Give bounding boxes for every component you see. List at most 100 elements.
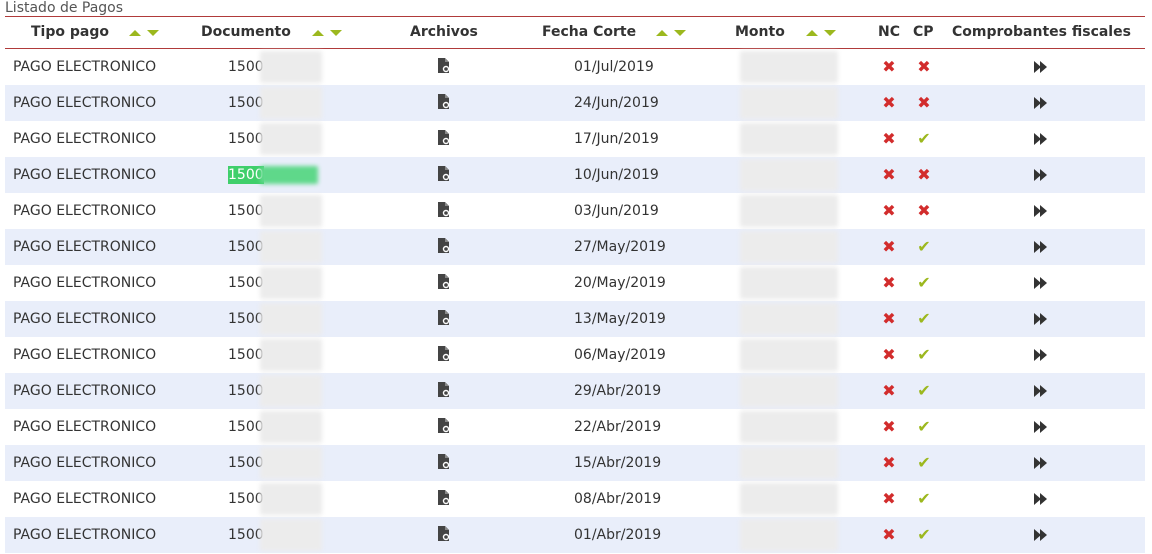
column-header-fecha-corte[interactable]: Fecha Corte bbox=[542, 17, 636, 48]
file-download-icon[interactable] bbox=[437, 130, 451, 146]
documento-cell[interactable]: 1500 bbox=[228, 373, 328, 409]
redacted-documento bbox=[260, 339, 322, 371]
table-row[interactable]: PAGO ELECTRONICO 1500 01/Abr/2019 ✖ ✔ bbox=[5, 517, 1145, 553]
sort-descending-icon[interactable] bbox=[147, 30, 159, 36]
fast-forward-icon[interactable] bbox=[1034, 313, 1048, 325]
file-download-icon[interactable] bbox=[437, 238, 451, 254]
file-download-icon[interactable] bbox=[437, 202, 451, 218]
sort-descending-icon[interactable] bbox=[824, 30, 836, 36]
table-row[interactable]: PAGO ELECTRONICO 1500 24/Jun/2019 ✖ ✖ bbox=[5, 85, 1145, 121]
x-mark-icon: ✖ bbox=[917, 93, 931, 112]
fast-forward-icon[interactable] bbox=[1034, 205, 1048, 217]
documento-cell[interactable]: 1500 bbox=[228, 157, 328, 193]
redacted-monto bbox=[740, 447, 838, 479]
column-header-tipo-pago[interactable]: Tipo pago bbox=[31, 17, 109, 48]
documento-cell[interactable]: 1500 bbox=[228, 517, 328, 553]
file-download-icon[interactable] bbox=[437, 382, 451, 398]
redacted-documento bbox=[260, 447, 322, 479]
documento-cell[interactable]: 1500 bbox=[228, 229, 328, 265]
fecha-corte-cell: 13/May/2019 bbox=[574, 311, 666, 327]
table-row[interactable]: PAGO ELECTRONICO 1500 20/May/2019 ✖ ✔ bbox=[5, 265, 1145, 301]
documento-cell[interactable]: 1500 bbox=[228, 85, 328, 121]
table-row[interactable]: PAGO ELECTRONICO 1500 27/May/2019 ✖ ✔ bbox=[5, 229, 1145, 265]
tipo-pago-cell: PAGO ELECTRONICO bbox=[13, 239, 157, 255]
column-header-documento[interactable]: Documento bbox=[201, 17, 291, 48]
documento-number: 1500 bbox=[228, 166, 264, 184]
table-row[interactable]: PAGO ELECTRONICO 1500 08/Abr/2019 ✖ ✔ bbox=[5, 481, 1145, 517]
table-row[interactable]: PAGO ELECTRONICO 1500 15/Abr/2019 ✖ ✔ bbox=[5, 445, 1145, 481]
file-download-icon[interactable] bbox=[437, 418, 451, 434]
table-row[interactable]: PAGO ELECTRONICO 1500 03/Jun/2019 ✖ ✖ bbox=[5, 193, 1145, 229]
tipo-pago-cell: PAGO ELECTRONICO bbox=[13, 131, 157, 147]
documento-cell[interactable]: 1500 bbox=[228, 337, 328, 373]
documento-cell[interactable]: 1500 bbox=[228, 301, 328, 337]
fast-forward-icon[interactable] bbox=[1034, 421, 1048, 433]
documento-cell[interactable]: 1500 bbox=[228, 445, 328, 481]
sort-ascending-icon[interactable] bbox=[806, 30, 818, 36]
fast-forward-icon[interactable] bbox=[1034, 169, 1048, 181]
fecha-corte-cell: 22/Abr/2019 bbox=[574, 419, 662, 435]
tipo-pago-cell: PAGO ELECTRONICO bbox=[13, 59, 157, 75]
table-row[interactable]: PAGO ELECTRONICO 1500 13/May/2019 ✖ ✔ bbox=[5, 301, 1145, 337]
table-row[interactable]: PAGO ELECTRONICO 1500 10/Jun/2019 ✖ ✖ bbox=[5, 157, 1145, 193]
file-download-icon[interactable] bbox=[437, 166, 451, 182]
fast-forward-icon[interactable] bbox=[1034, 97, 1048, 109]
documento-cell[interactable]: 1500 bbox=[228, 193, 328, 229]
x-mark-icon: ✖ bbox=[917, 57, 931, 76]
fast-forward-icon[interactable] bbox=[1034, 133, 1048, 145]
file-download-icon[interactable] bbox=[437, 526, 451, 542]
sort-documento[interactable] bbox=[312, 17, 346, 48]
redacted-documento bbox=[260, 483, 322, 515]
column-header-monto[interactable]: Monto bbox=[735, 17, 785, 48]
table-row[interactable]: PAGO ELECTRONICO 1500 06/May/2019 ✖ ✔ bbox=[5, 337, 1145, 373]
table-row[interactable]: PAGO ELECTRONICO 1500 22/Abr/2019 ✖ ✔ bbox=[5, 409, 1145, 445]
documento-cell[interactable]: 1500 bbox=[228, 481, 328, 517]
table-row[interactable]: PAGO ELECTRONICO 1500 01/Jul/2019 ✖ ✖ bbox=[5, 49, 1145, 85]
file-download-icon[interactable] bbox=[437, 58, 451, 74]
redacted-monto bbox=[740, 411, 838, 443]
fecha-corte-cell: 24/Jun/2019 bbox=[574, 95, 659, 111]
x-mark-icon: ✖ bbox=[882, 489, 896, 508]
fast-forward-icon[interactable] bbox=[1034, 493, 1048, 505]
sort-ascending-icon[interactable] bbox=[656, 30, 668, 36]
sort-tipo-pago[interactable] bbox=[129, 17, 163, 48]
column-header-comprobantes: Comprobantes fiscales bbox=[952, 24, 1131, 40]
table-row[interactable]: PAGO ELECTRONICO 1500 29/Abr/2019 ✖ ✔ bbox=[5, 373, 1145, 409]
x-mark-icon: ✖ bbox=[882, 201, 896, 220]
sort-ascending-icon[interactable] bbox=[129, 30, 141, 36]
sort-fecha-corte[interactable] bbox=[656, 17, 690, 48]
file-download-icon[interactable] bbox=[437, 454, 451, 470]
fast-forward-icon[interactable] bbox=[1034, 457, 1048, 469]
redacted-monto bbox=[740, 87, 838, 119]
file-download-icon[interactable] bbox=[437, 274, 451, 290]
sort-ascending-icon[interactable] bbox=[312, 30, 324, 36]
fast-forward-icon[interactable] bbox=[1034, 241, 1048, 253]
redacted-documento bbox=[260, 166, 318, 184]
sort-descending-icon[interactable] bbox=[674, 30, 686, 36]
check-icon: ✔ bbox=[917, 129, 931, 148]
fast-forward-icon[interactable] bbox=[1034, 385, 1048, 397]
fast-forward-icon[interactable] bbox=[1034, 61, 1048, 73]
fast-forward-icon[interactable] bbox=[1034, 277, 1048, 289]
x-mark-icon: ✖ bbox=[882, 165, 896, 184]
fast-forward-icon[interactable] bbox=[1034, 349, 1048, 361]
file-download-icon[interactable] bbox=[437, 490, 451, 506]
documento-cell[interactable]: 1500 bbox=[228, 265, 328, 301]
fecha-corte-cell: 08/Abr/2019 bbox=[574, 491, 662, 507]
table-row[interactable]: PAGO ELECTRONICO 1500 17/Jun/2019 ✖ ✔ bbox=[5, 121, 1145, 157]
x-mark-icon: ✖ bbox=[917, 165, 931, 184]
file-download-icon[interactable] bbox=[437, 310, 451, 326]
tipo-pago-cell: PAGO ELECTRONICO bbox=[13, 383, 157, 399]
file-download-icon[interactable] bbox=[437, 346, 451, 362]
sort-monto[interactable] bbox=[806, 17, 840, 48]
fast-forward-icon[interactable] bbox=[1034, 529, 1048, 541]
documento-number: 1500 bbox=[228, 419, 264, 435]
redacted-documento bbox=[260, 519, 322, 551]
documento-cell[interactable]: 1500 bbox=[228, 121, 328, 157]
sort-descending-icon[interactable] bbox=[330, 30, 342, 36]
documento-cell[interactable]: 1500 bbox=[228, 49, 328, 85]
x-mark-icon: ✖ bbox=[882, 237, 896, 256]
fecha-corte-cell: 29/Abr/2019 bbox=[574, 383, 662, 399]
documento-cell[interactable]: 1500 bbox=[228, 409, 328, 445]
file-download-icon[interactable] bbox=[437, 94, 451, 110]
